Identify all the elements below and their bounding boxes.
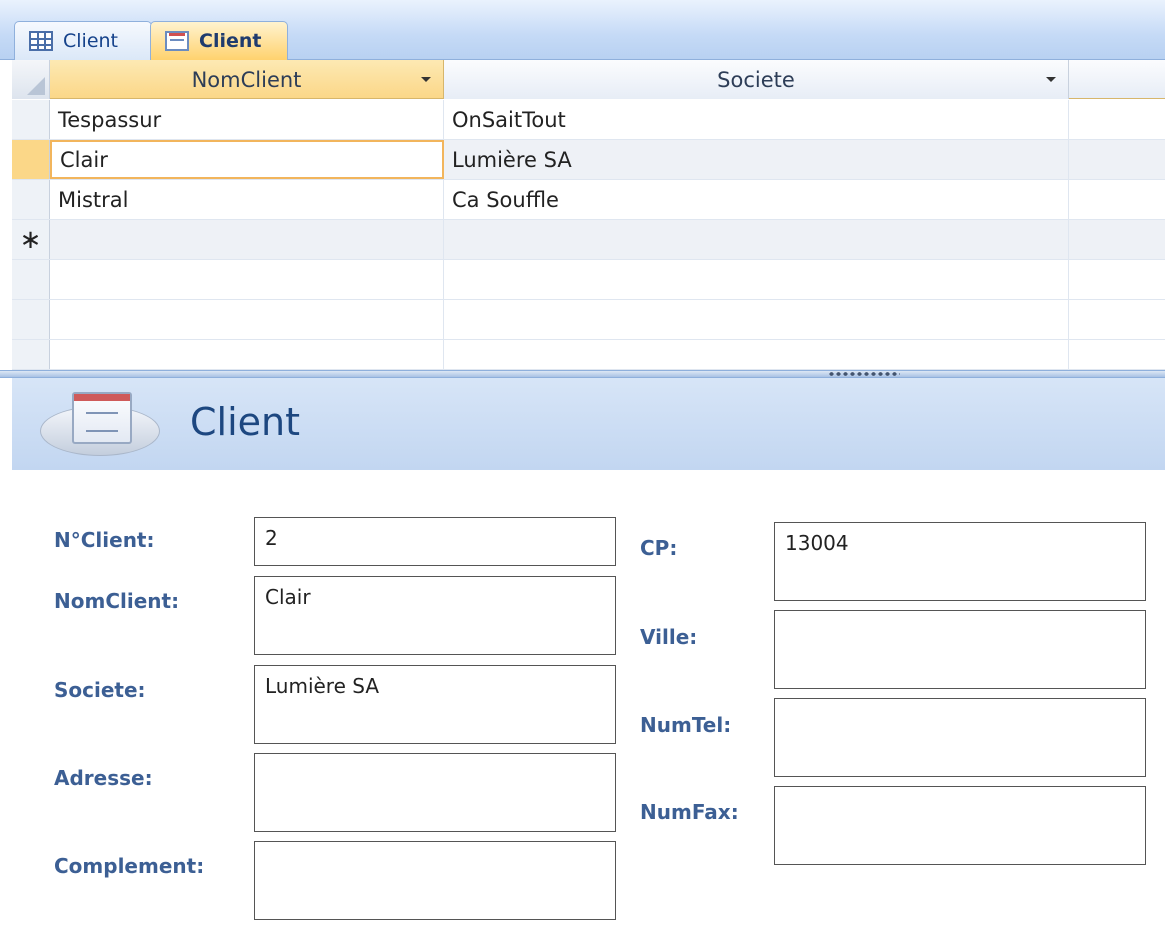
empty-cell [50, 300, 444, 339]
label-num-fax: NumFax: [640, 800, 739, 824]
dropdown-arrow-icon[interactable] [1046, 77, 1056, 82]
nom-client-field[interactable]: Clair [254, 576, 616, 655]
row-selector [12, 300, 50, 339]
form-detail: N°Client: 2 NomClient: Clair Societe: Lu… [12, 470, 1165, 940]
form-logo-icon [72, 392, 132, 444]
row-selector [12, 260, 50, 299]
empty-cell [50, 260, 444, 299]
row-selector[interactable] [12, 100, 50, 139]
label-societe: Societe: [54, 678, 146, 702]
select-all-corner[interactable] [12, 60, 50, 99]
column-header-nomclient[interactable]: NomClient [50, 60, 444, 99]
table-row[interactable]: Mistral Ca Souffle [12, 180, 1165, 220]
row-selector[interactable] [12, 140, 50, 179]
tab-label: Client [199, 30, 262, 52]
document-tab-strip: Client Client [0, 0, 1165, 60]
table-row[interactable]: Tespassur OnSaitTout [12, 100, 1165, 140]
cell-nomclient[interactable]: Tespassur [50, 100, 444, 139]
empty-cell [1069, 100, 1165, 139]
empty-cell [1069, 260, 1165, 299]
table-row[interactable]: Clair Lumière SA [12, 140, 1165, 180]
row-selector [12, 340, 50, 369]
label-complement: Complement: [54, 854, 205, 878]
empty-column-header [1069, 60, 1165, 98]
tab-client-form[interactable]: Client [150, 21, 288, 60]
form-icon [165, 31, 189, 51]
empty-cell [1069, 340, 1165, 369]
form-title: Client [190, 400, 301, 444]
tab-label: Client [63, 30, 119, 52]
empty-cell [1069, 300, 1165, 339]
cell-nomclient[interactable]: Clair [50, 140, 444, 179]
table-icon [29, 31, 53, 51]
splitter-grip-icon[interactable] [828, 371, 900, 377]
label-num-client: N°Client: [54, 528, 155, 552]
datasheet-header: NomClient Societe [12, 60, 1165, 99]
complement-field[interactable] [254, 841, 616, 920]
label-nom-client: NomClient: [54, 589, 180, 613]
new-record-row[interactable]: ∗ [12, 220, 1165, 260]
empty-cell [444, 260, 1069, 299]
adresse-field[interactable] [254, 753, 616, 832]
split-form-splitter[interactable] [0, 370, 1165, 378]
dropdown-arrow-icon[interactable] [421, 77, 431, 82]
label-num-tel: NumTel: [640, 713, 732, 737]
cell-nomclient[interactable] [50, 220, 444, 259]
cell-societe[interactable] [444, 220, 1069, 259]
empty-cell [1069, 140, 1165, 179]
column-header-societe[interactable]: Societe [444, 60, 1069, 99]
label-adresse: Adresse: [54, 766, 153, 790]
datasheet-view: NomClient Societe Tespassur OnSaitTout C… [12, 60, 1165, 374]
empty-cell [50, 340, 444, 369]
form-header: Client [12, 378, 1165, 470]
empty-row [12, 260, 1165, 300]
ville-field[interactable] [774, 610, 1146, 689]
empty-row [12, 340, 1165, 370]
empty-cell [444, 300, 1069, 339]
num-fax-field[interactable] [774, 786, 1146, 865]
cell-societe[interactable]: Lumière SA [444, 140, 1069, 179]
empty-cell [444, 340, 1069, 369]
empty-cell [1069, 180, 1165, 219]
societe-field[interactable]: Lumière SA [254, 665, 616, 744]
empty-row [12, 300, 1165, 340]
label-ville: Ville: [640, 625, 698, 649]
new-record-icon[interactable]: ∗ [12, 220, 50, 259]
cp-field[interactable]: 13004 [774, 522, 1146, 601]
num-client-field[interactable]: 2 [254, 517, 616, 566]
column-header-label: Societe [717, 67, 795, 92]
cell-nomclient[interactable]: Mistral [50, 180, 444, 219]
num-tel-field[interactable] [774, 698, 1146, 777]
row-selector[interactable] [12, 180, 50, 219]
tab-client-table[interactable]: Client [14, 21, 152, 60]
cell-societe[interactable]: OnSaitTout [444, 100, 1069, 139]
cell-societe[interactable]: Ca Souffle [444, 180, 1069, 219]
empty-cell [1069, 220, 1165, 259]
label-cp: CP: [640, 536, 678, 560]
column-header-label: NomClient [191, 67, 302, 92]
